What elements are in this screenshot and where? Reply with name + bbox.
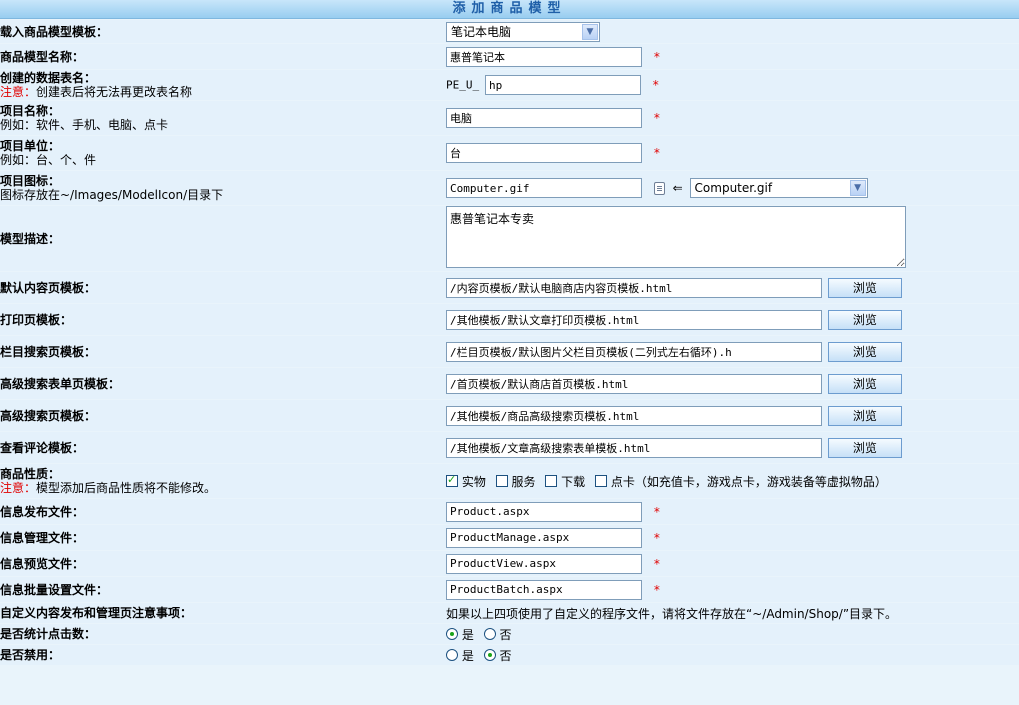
manage-file-input[interactable] (446, 527, 642, 548)
browse-button[interactable]: 浏览 (827, 277, 902, 298)
list-icon[interactable] (653, 181, 665, 195)
batch-file-label: 信息批量设置文件： (0, 582, 109, 597)
page-title: 添加商品模型 (0, 0, 1019, 19)
search-template-label: 栏目搜索页模板： (0, 344, 97, 359)
table-name-hint: 创建表后将无法再更改表名称 (36, 85, 193, 99)
preview-file-input[interactable] (446, 553, 642, 574)
nature-option-label: 实物 (461, 474, 486, 489)
required-mark: * (653, 504, 660, 519)
batch-file-input[interactable] (446, 579, 642, 600)
publish-file-input[interactable] (446, 501, 642, 522)
nature-hint: 模型添加后商品性质将不能修改。 (36, 481, 217, 495)
item-name-input[interactable] (446, 108, 642, 128)
table-prefix: PE_U_ (446, 78, 480, 92)
count-clicks-label: 是否统计点击数： (0, 627, 97, 641)
template-select[interactable]: 笔记本电脑 ▼ (446, 21, 600, 42)
custom-notes-label: 自定义内容发布和管理页注意事项： (0, 606, 193, 620)
preview-file-label: 信息预览文件： (0, 556, 85, 571)
radio-label: 是 (461, 648, 474, 663)
disabled-yes-radio[interactable] (446, 649, 458, 661)
required-mark: * (653, 146, 660, 160)
model-name-input[interactable] (446, 46, 642, 67)
required-mark: * (653, 530, 660, 545)
disabled-no-radio[interactable] (483, 649, 496, 661)
browse-button[interactable]: 浏览 (827, 373, 902, 394)
required-mark: * (652, 78, 659, 92)
print-template-label: 打印页模板： (0, 312, 73, 327)
template-load-label: 载入商品模型模板： (0, 24, 109, 39)
description-label: 模型描述： (0, 231, 61, 246)
item-icon-input[interactable] (446, 178, 642, 198)
model-name-label: 商品模型名称： (0, 49, 85, 64)
item-icon-hint: 图标存放在~/Images/ModelIcon/目录下 (0, 188, 224, 202)
adv-form-template-label: 高级搜索表单页模板： (0, 376, 121, 391)
icon-select[interactable]: Computer.gif ▼ (689, 178, 868, 198)
nature-option-label: 服务 (511, 474, 536, 489)
nature-option-label: 点卡（如充值卡，游戏点卡，游戏装备等虚拟物品） (610, 474, 887, 489)
comment-template-label: 查看评论模板： (0, 440, 85, 455)
nature-checkbox-card[interactable] (595, 475, 608, 487)
print-template-input[interactable] (446, 309, 822, 330)
browse-button[interactable]: 浏览 (827, 341, 902, 362)
count-clicks-no-radio[interactable] (483, 628, 496, 640)
browse-button[interactable]: 浏览 (827, 405, 902, 426)
browse-button[interactable]: 浏览 (827, 309, 902, 330)
disabled-label: 是否禁用： (0, 648, 61, 662)
chevron-down-icon: ▼ (582, 23, 598, 40)
item-name-hint: 例如：软件、手机、电脑、点卡 (0, 118, 169, 132)
nature-checkbox-physical[interactable] (446, 473, 458, 487)
required-mark: * (653, 49, 660, 64)
radio-label: 否 (499, 627, 512, 642)
required-mark: * (653, 556, 660, 571)
left-arrow-icon: ⇐ (672, 181, 683, 195)
warning-label: 注意： (0, 85, 37, 99)
content-template-label: 默认内容页模板： (0, 280, 97, 295)
required-mark: * (653, 111, 660, 125)
item-unit-label: 项目单位： (0, 139, 61, 153)
search-template-input[interactable] (446, 341, 822, 362)
required-mark: * (653, 582, 660, 597)
warning-label: 注意： (0, 481, 37, 495)
item-name-label: 项目名称： (0, 104, 61, 118)
count-clicks-yes-radio[interactable] (446, 628, 458, 640)
manage-file-label: 信息管理文件： (0, 530, 85, 545)
nature-label: 商品性质： (0, 467, 61, 481)
browse-button[interactable]: 浏览 (827, 437, 902, 458)
custom-notes-text: 如果以上四项使用了自定义的程序文件，请将文件存放在“~/Admin/Shop/”… (446, 606, 898, 621)
publish-file-label: 信息发布文件： (0, 504, 85, 519)
nature-option-label: 下载 (561, 474, 586, 489)
content-template-input[interactable] (446, 277, 822, 298)
model-form: 载入商品模型模板： 笔记本电脑 ▼ 商品模型名称： * 创建的数据表名： 注意：… (0, 19, 1019, 666)
description-textarea[interactable]: 惠普笔记本专卖 (446, 206, 906, 268)
adv-search-template-input[interactable] (446, 405, 822, 426)
radio-label: 否 (499, 648, 512, 663)
radio-label: 是 (461, 627, 474, 642)
chevron-down-icon: ▼ (849, 180, 866, 196)
nature-checkbox-download[interactable] (545, 475, 558, 487)
adv-form-template-input[interactable] (446, 373, 822, 394)
comment-template-input[interactable] (446, 437, 822, 458)
nature-checkbox-service[interactable] (495, 475, 508, 487)
table-name-label: 创建的数据表名： (0, 71, 97, 85)
table-name-input[interactable] (484, 75, 641, 95)
adv-search-template-label: 高级搜索页模板： (0, 408, 97, 423)
item-icon-label: 项目图标： (0, 174, 61, 188)
item-unit-input[interactable] (446, 143, 642, 163)
item-unit-hint: 例如：台、个、件 (0, 153, 97, 167)
